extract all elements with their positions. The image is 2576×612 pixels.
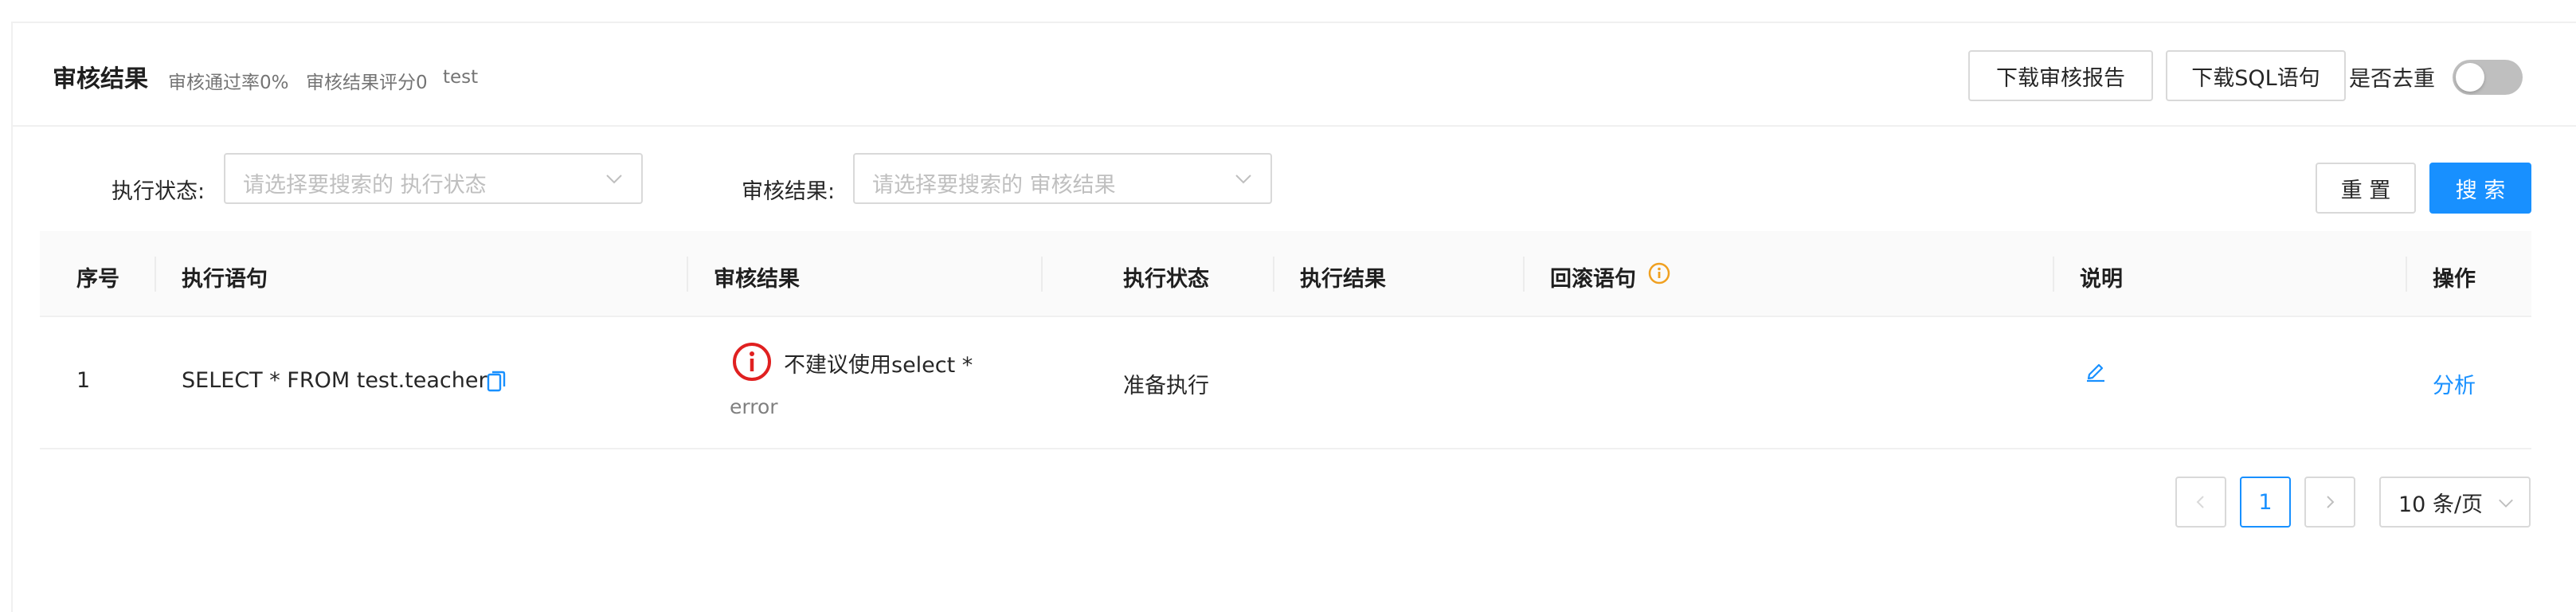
audit-result-placeholder: 请选择要搜索的 审核结果 — [872, 173, 1116, 198]
pass-rate-text: 审核通过率0% — [168, 73, 289, 93]
page-title: 审核结果 — [53, 65, 148, 93]
col-index: 序号 — [76, 267, 119, 292]
exec-status-select[interactable]: 请选择要搜索的 执行状态 — [224, 153, 643, 204]
info-circle-icon[interactable] — [1647, 261, 1671, 285]
column-divider — [2406, 257, 2407, 292]
exec-status-value: 准备执行 — [1123, 374, 1209, 398]
chevron-left-icon — [2196, 496, 2204, 508]
chevron-right-icon — [2327, 496, 2335, 508]
col-rollback: 回滚语句 — [1550, 267, 1636, 292]
chevron-down-icon — [2499, 499, 2513, 508]
audit-result-label: 审核结果: — [742, 179, 836, 204]
col-audit-result: 审核结果 — [714, 267, 800, 292]
prev-page-button[interactable] — [2175, 477, 2226, 528]
column-divider — [687, 257, 688, 292]
reset-button[interactable]: 重 置 — [2316, 163, 2416, 214]
chevron-down-icon — [606, 175, 622, 184]
chevron-down-icon — [1235, 175, 1251, 184]
error-circle-icon — [733, 343, 771, 381]
page-1-button[interactable]: 1 — [2240, 477, 2291, 528]
column-divider — [1273, 257, 1274, 292]
card-header: 审核结果 审核通过率0% 审核结果评分0 test 下载审核报告 下载SQL语句… — [13, 23, 2576, 127]
col-description: 说明 — [2080, 267, 2123, 292]
audit-level: error — [730, 395, 778, 418]
col-actions: 操作 — [2433, 267, 2476, 292]
column-divider — [2053, 257, 2054, 292]
exec-status-label: 执行状态: — [112, 179, 206, 204]
next-page-button[interactable] — [2304, 477, 2355, 528]
instance-name: test — [443, 67, 479, 88]
col-exec-result: 执行结果 — [1300, 267, 1386, 292]
exec-status-placeholder: 请选择要搜索的 执行状态 — [243, 173, 487, 198]
analyze-link[interactable]: 分析 — [2433, 368, 2476, 399]
table-row: 1 SELECT * FROM test.teacher 不建议使用select… — [40, 317, 2531, 449]
audit-message: 不建议使用select * — [784, 353, 973, 378]
column-divider — [1523, 257, 1525, 292]
search-button[interactable]: 搜 索 — [2429, 163, 2531, 214]
edit-icon[interactable] — [2084, 359, 2108, 382]
col-exec-status: 执行状态 — [1123, 267, 1209, 292]
row-sql: SELECT * FROM test.teacher — [182, 368, 487, 393]
dedupe-toggle[interactable] — [2453, 60, 2523, 95]
download-report-button[interactable]: 下载审核报告 — [1968, 50, 2153, 101]
page-size-select[interactable]: 10 条/页 — [2379, 477, 2531, 528]
score-text: 审核结果评分0 — [306, 73, 428, 93]
column-divider — [1041, 257, 1043, 292]
col-sql: 执行语句 — [182, 267, 268, 292]
audit-result-select[interactable]: 请选择要搜索的 审核结果 — [853, 153, 1272, 204]
dedupe-label: 是否去重 — [2349, 67, 2435, 92]
table-header: 序号 执行语句 审核结果 执行状态 执行结果 回滚语句 说明 操作 — [40, 231, 2531, 317]
toggle-knob — [2456, 63, 2484, 92]
copy-icon[interactable] — [486, 370, 507, 394]
page-size-value: 10 条/页 — [2398, 492, 2484, 517]
row-index: 1 — [76, 368, 91, 393]
download-sql-button[interactable]: 下载SQL语句 — [2166, 50, 2346, 101]
column-divider — [155, 257, 156, 292]
